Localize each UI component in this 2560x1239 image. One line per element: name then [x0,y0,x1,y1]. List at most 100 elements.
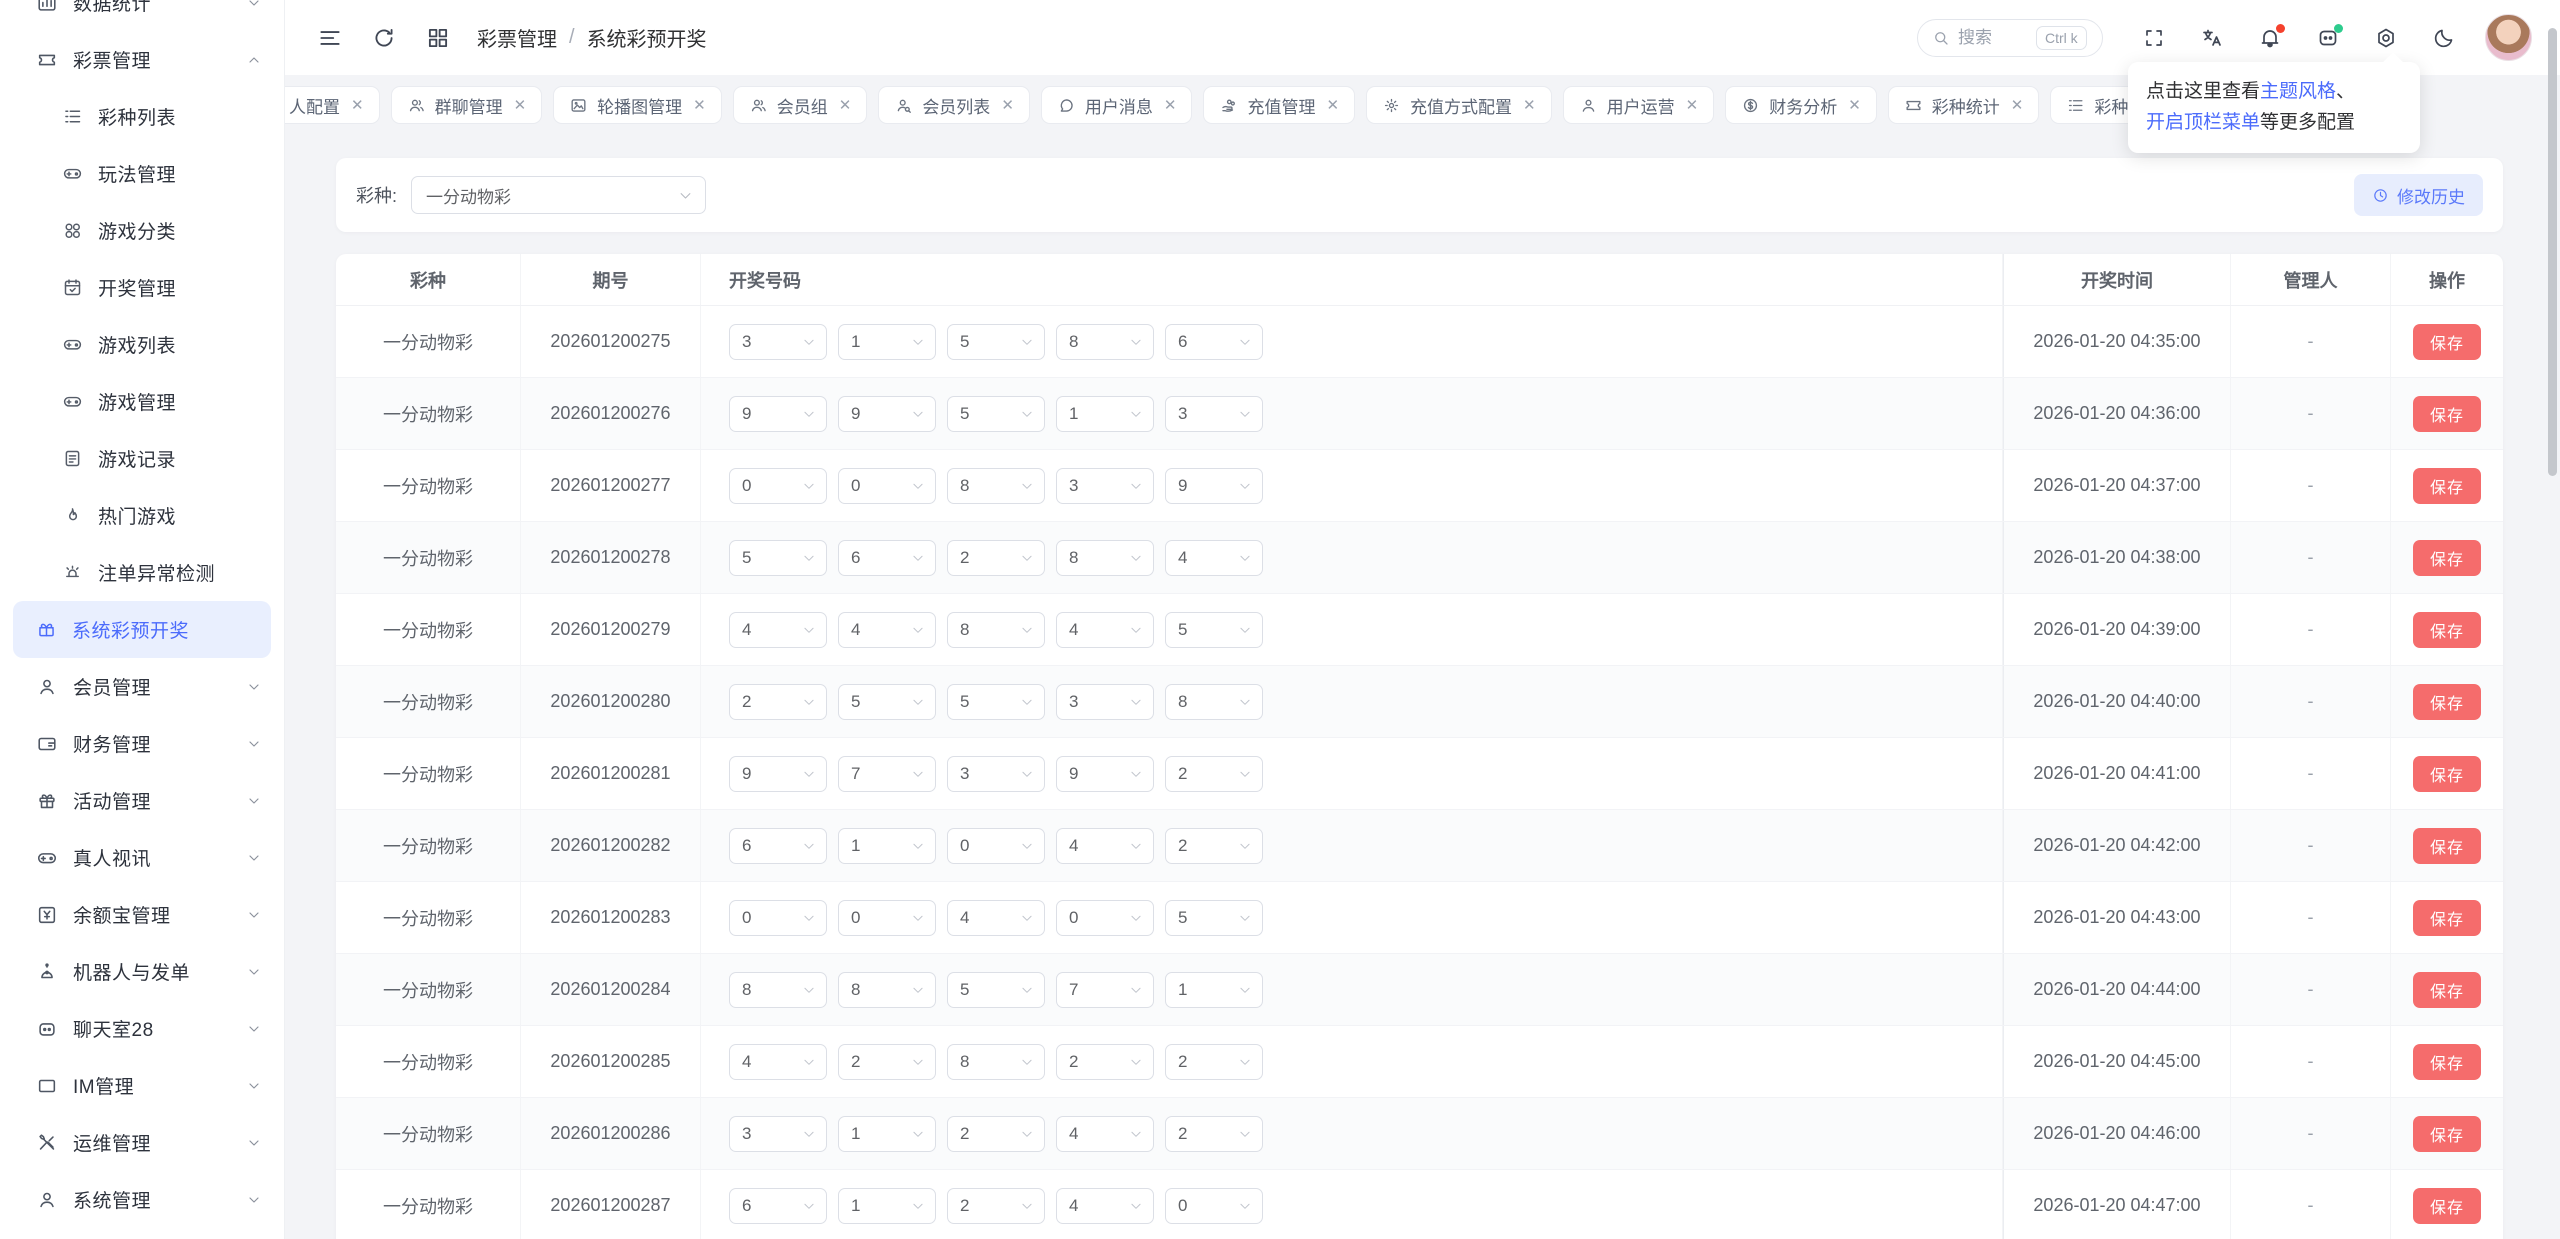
save-button[interactable]: 保存 [2413,540,2481,576]
number-select-1[interactable]: 5 [729,540,827,576]
number-select-5[interactable]: 3 [1165,396,1263,432]
number-select-4[interactable]: 4 [1056,1116,1154,1152]
number-select-3[interactable]: 2 [947,1116,1045,1152]
number-select-3[interactable]: 8 [947,612,1045,648]
menu-collapse-icon[interactable] [317,25,343,51]
tab-carousel-manage[interactable]: 轮播图管理 [553,86,722,124]
close-icon[interactable] [351,96,364,114]
refresh-icon[interactable] [371,25,397,51]
save-button[interactable]: 保存 [2413,972,2481,1008]
number-select-3[interactable]: 2 [947,540,1045,576]
number-select-4[interactable]: 4 [1056,828,1154,864]
number-select-4[interactable]: 4 [1056,612,1154,648]
sidebar-item-live-video[interactable]: 真人视讯 [0,829,284,886]
number-select-1[interactable]: 3 [729,324,827,360]
number-select-5[interactable]: 5 [1165,900,1263,936]
lottery-select[interactable]: 一分动物彩 [411,176,706,214]
sidebar-item-game-record[interactable]: 游戏记录 [13,430,271,487]
save-button[interactable]: 保存 [2413,396,2481,432]
apps-grid-icon[interactable] [425,25,451,51]
close-icon[interactable] [2011,96,2024,114]
number-select-5[interactable]: 1 [1165,972,1263,1008]
tab-finance-analysis[interactable]: 财务分析 [1725,86,1877,124]
sidebar-item-lottery-manage[interactable]: 彩票管理 [0,31,284,88]
number-select-1[interactable]: 6 [729,1188,827,1224]
number-select-4[interactable]: 9 [1056,756,1154,792]
number-select-2[interactable]: 1 [838,324,936,360]
number-select-4[interactable]: 2 [1056,1044,1154,1080]
number-select-2[interactable]: 4 [838,612,936,648]
sidebar-item-finance-manage[interactable]: 财务管理 [0,715,284,772]
sidebar-item-system-pre-draw[interactable]: 系统彩预开奖 [13,601,271,658]
number-select-5[interactable]: 8 [1165,684,1263,720]
number-select-5[interactable]: 4 [1165,540,1263,576]
close-icon[interactable] [1848,96,1861,114]
sidebar-item-order-anomaly[interactable]: 注单异常检测 [13,544,271,601]
chat-assistant-button[interactable] [2299,18,2357,58]
number-select-5[interactable]: 2 [1165,1044,1263,1080]
number-select-4[interactable]: 7 [1056,972,1154,1008]
tab-robot-config[interactable]: 人配置 [285,86,380,124]
sidebar-item-ops-manage[interactable]: 运维管理 [0,1114,284,1171]
sidebar-item-im-manage[interactable]: IM管理 [0,1057,284,1114]
number-select-4[interactable]: 8 [1056,324,1154,360]
save-button[interactable]: 保存 [2413,756,2481,792]
sidebar-item-yuebao-manage[interactable]: 余额宝管理 [0,886,284,943]
number-select-3[interactable]: 8 [947,1044,1045,1080]
save-button[interactable]: 保存 [2413,684,2481,720]
save-button[interactable]: 保存 [2413,612,2481,648]
save-button[interactable]: 保存 [2413,1044,2481,1080]
vertical-scrollbar[interactable] [2548,28,2557,476]
close-icon[interactable] [839,96,852,114]
history-button[interactable]: 修改历史 [2354,174,2483,216]
user-avatar[interactable] [2485,14,2532,61]
number-select-4[interactable]: 4 [1056,1188,1154,1224]
tab-member-list[interactable]: 会员列表 [878,86,1030,124]
dark-mode-button[interactable] [2415,18,2473,58]
number-select-2[interactable]: 1 [838,828,936,864]
close-icon[interactable] [693,96,706,114]
number-select-4[interactable]: 3 [1056,468,1154,504]
number-select-5[interactable]: 6 [1165,324,1263,360]
save-button[interactable]: 保存 [2413,468,2481,504]
number-select-3[interactable]: 0 [947,828,1045,864]
close-icon[interactable] [1164,96,1177,114]
number-select-5[interactable]: 2 [1165,828,1263,864]
number-select-1[interactable]: 2 [729,684,827,720]
number-select-3[interactable]: 5 [947,972,1045,1008]
number-select-2[interactable]: 1 [838,1188,936,1224]
tab-recharge-manage[interactable]: 充值管理 [1203,86,1355,124]
save-button[interactable]: 保存 [2413,1116,2481,1152]
number-select-3[interactable]: 3 [947,756,1045,792]
tab-group-chat[interactable]: 群聊管理 [391,86,543,124]
number-select-5[interactable]: 9 [1165,468,1263,504]
number-select-3[interactable]: 4 [947,900,1045,936]
sidebar-item-data-stats[interactable]: 数据统计 [0,0,284,31]
close-icon[interactable] [1001,96,1014,114]
number-select-5[interactable]: 2 [1165,1116,1263,1152]
notifications-button[interactable] [2241,18,2299,58]
close-icon[interactable] [1686,96,1699,114]
sidebar-item-lottery-list[interactable]: 彩种列表 [13,88,271,145]
number-select-2[interactable]: 5 [838,684,936,720]
number-select-3[interactable]: 8 [947,468,1045,504]
number-select-1[interactable]: 3 [729,1116,827,1152]
sidebar-item-robot-dispatch[interactable]: 机器人与发单 [0,943,284,1000]
tab-recharge-method-config[interactable]: 充值方式配置 [1366,86,1552,124]
number-select-2[interactable]: 2 [838,1044,936,1080]
sidebar-item-member-manage[interactable]: 会员管理 [0,658,284,715]
number-select-1[interactable]: 6 [729,828,827,864]
number-select-1[interactable]: 4 [729,1044,827,1080]
save-button[interactable]: 保存 [2413,1188,2481,1224]
number-select-4[interactable]: 3 [1056,684,1154,720]
number-select-1[interactable]: 8 [729,972,827,1008]
number-select-4[interactable]: 1 [1056,396,1154,432]
settings-button[interactable] [2357,18,2415,58]
close-icon[interactable] [1326,96,1339,114]
sidebar-item-game-list[interactable]: 游戏列表 [13,316,271,373]
number-select-1[interactable]: 0 [729,468,827,504]
number-select-5[interactable]: 5 [1165,612,1263,648]
number-select-2[interactable]: 6 [838,540,936,576]
number-select-3[interactable]: 5 [947,396,1045,432]
sidebar-item-hot-games[interactable]: 热门游戏 [13,487,271,544]
